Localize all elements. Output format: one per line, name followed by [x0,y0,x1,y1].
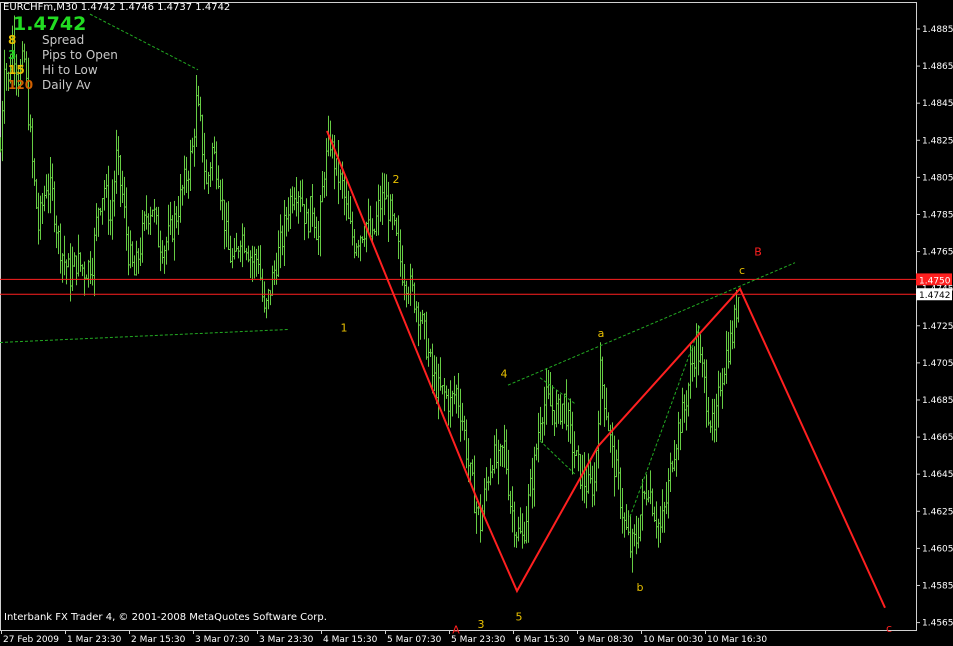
y-tick-label: 1.4565 [922,619,953,629]
y-tick-label: 1.4705 [922,359,953,369]
wave-label: a [598,327,605,340]
x-tick-label: 1 Mar 23:30 [67,635,122,645]
info-value: 120 [8,78,34,92]
y-tick-label: 1.4625 [922,507,953,517]
copyright-text: Interbank FX Trader 4, © 2001-2008 MetaQ… [4,612,327,623]
info-row-hi-to-low: 15 Hi to Low [8,63,98,77]
chart-background [0,0,953,646]
info-label: Hi to Low [42,63,98,77]
y-tick-label: 1.4865 [922,62,953,72]
wave-label: 1 [341,321,348,334]
y-tick-label: 1.4785 [922,210,953,220]
wave-label: 4 [501,368,508,381]
x-tick-label: 6 Mar 15:30 [515,635,570,645]
x-tick-label: 10 Mar 00:30 [643,635,703,645]
info-label: Daily Av [42,78,91,92]
x-tick-label: 27 Feb 2009 [3,635,59,645]
wave-label: c [886,622,892,635]
y-tick-label: 1.4765 [922,248,953,258]
info-row-pips-to-open: 3 Pips to Open [8,48,118,62]
y-tick-label: 1.4805 [922,173,953,183]
y-tick-label: 1.4845 [922,99,953,109]
symbol-header: EURCHFm,M30 1.4742 1.4746 1.4737 1.4742 [3,2,231,13]
wave-label: 5 [516,611,523,624]
y-tick-label: 1.4745 [922,285,953,295]
y-tick-label: 1.4605 [922,544,953,554]
y-tick-label: 1.4645 [922,470,953,480]
wave-label: c [739,264,745,277]
wave-label: b [637,581,644,594]
y-tick-label: 1.4725 [922,322,953,332]
x-tick-label: 10 Mar 16:30 [707,635,767,645]
price-chart[interactable]: 1.47501.4742 12345abcBA c 1.48851.48651.4… [0,0,953,646]
info-value: 15 [8,63,25,77]
info-value: 8 [8,33,17,47]
y-tick-label: 1.4585 [922,581,953,591]
wave-label: 3 [478,618,485,631]
x-tick-label: 4 Mar 15:30 [323,635,378,645]
y-tick-label: 1.4885 [922,25,953,35]
x-tick-label: 3 Mar 07:30 [195,635,250,645]
x-tick-label: 5 Mar 23:30 [451,635,506,645]
info-label: Pips to Open [42,48,118,62]
info-value: 3 [8,48,17,62]
x-tick-label: 9 Mar 08:30 [579,635,634,645]
current-price: 1.4742 [13,13,87,35]
y-tick-label: 1.4685 [922,396,953,406]
wave-label: 2 [393,173,400,186]
info-row-spread: 8 Spread [8,33,84,47]
info-label: Spread [42,33,85,47]
info-row-daily-av: 120 Daily Av [8,78,91,92]
y-tick-label: 1.4665 [922,433,953,443]
x-tick-label: 2 Mar 15:30 [131,635,186,645]
x-tick-label: 5 Mar 07:30 [387,635,442,645]
wave-label: B [754,245,762,258]
y-tick-label: 1.4825 [922,136,953,146]
x-tick-label: 3 Mar 23:30 [259,635,314,645]
